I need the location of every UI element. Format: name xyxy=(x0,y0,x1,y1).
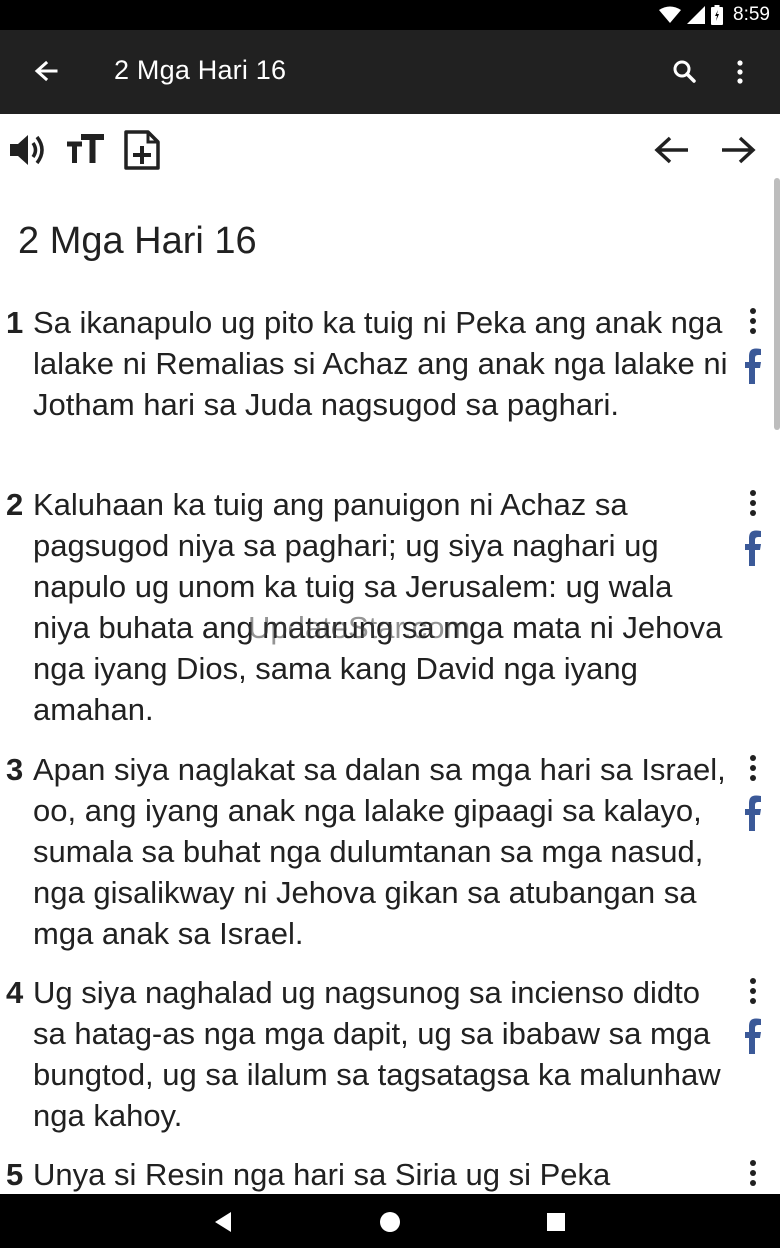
facebook-icon xyxy=(745,348,761,384)
arrow-back-icon xyxy=(34,60,58,82)
nav-back-button[interactable] xyxy=(203,1202,243,1242)
reader-toolbar xyxy=(0,114,780,194)
verse-menu-button[interactable] xyxy=(740,486,766,526)
verse-number: 1 xyxy=(6,305,24,340)
more-vert-icon xyxy=(750,755,756,781)
more-vert-icon xyxy=(750,308,756,334)
volume-icon xyxy=(10,135,44,165)
nav-home-button[interactable] xyxy=(370,1202,410,1242)
verse-number: 5 xyxy=(6,1157,24,1192)
nav-home-icon xyxy=(380,1212,400,1232)
search-icon xyxy=(673,60,696,83)
nav-recents-icon xyxy=(547,1213,565,1231)
verse-text: Unya si Resin nga hari sa Siria ug si Pe… xyxy=(33,1157,611,1192)
arrow-left-icon xyxy=(654,136,688,164)
signal-icon xyxy=(687,6,706,24)
chapter-title: 2 Mga Hari 16 xyxy=(18,220,257,262)
status-bar: 8:59 xyxy=(0,0,780,30)
facebook-icon xyxy=(745,795,761,831)
add-note-button[interactable] xyxy=(120,128,164,172)
verse-number: 4 xyxy=(6,975,24,1010)
verse-menu-button[interactable] xyxy=(740,304,766,344)
nav-back-icon xyxy=(215,1212,231,1232)
overflow-menu-button[interactable] xyxy=(722,52,762,92)
more-vert-icon xyxy=(750,1160,756,1186)
more-vert-icon xyxy=(737,60,743,84)
more-vert-icon xyxy=(750,978,756,1004)
verse-text: Ug siya naghalad ug nagsunog sa incienso… xyxy=(33,975,721,1133)
chapter-content: 2 Mga Hari 16 1 Sa ikanapulo ug pito ka … xyxy=(0,194,780,1194)
back-button[interactable] xyxy=(26,52,66,92)
text-size-button[interactable] xyxy=(64,128,108,172)
system-nav-bar xyxy=(0,1194,780,1248)
verse-text: Apan siya naglakat sa dalan sa mga hari … xyxy=(33,752,726,951)
verse-text: Sa ikanapulo ug pito ka tuig ni Peka ang… xyxy=(33,305,728,422)
battery-icon xyxy=(711,5,724,25)
status-time: 8:59 xyxy=(733,4,770,25)
more-vert-icon xyxy=(750,490,756,516)
verse-number: 3 xyxy=(6,752,24,787)
arrow-right-icon xyxy=(722,136,756,164)
status-icons: 8:59 xyxy=(659,4,770,26)
app-bar: 2 Mga Hari 16 xyxy=(0,30,780,114)
facebook-icon xyxy=(745,530,761,566)
app-bar-title: 2 Mga Hari 16 xyxy=(114,55,287,85)
facebook-share-button[interactable] xyxy=(740,346,766,386)
facebook-share-button[interactable] xyxy=(740,793,766,833)
wifi-icon xyxy=(659,6,682,23)
verse-menu-button[interactable] xyxy=(740,1156,766,1194)
facebook-share-button[interactable] xyxy=(740,1016,766,1056)
text-size-icon xyxy=(67,134,104,163)
search-button[interactable] xyxy=(664,52,704,92)
add-note-icon xyxy=(124,130,160,170)
nav-recents-button[interactable] xyxy=(536,1202,576,1242)
verse-menu-button[interactable] xyxy=(740,751,766,791)
next-chapter-button[interactable] xyxy=(716,128,760,172)
audio-button[interactable] xyxy=(6,128,50,172)
facebook-icon xyxy=(745,1018,761,1054)
verse-number: 2 xyxy=(6,487,24,522)
facebook-share-button[interactable] xyxy=(740,528,766,568)
verse-menu-button[interactable] xyxy=(740,974,766,1014)
previous-chapter-button[interactable] xyxy=(650,128,694,172)
verse-text: Kaluhaan ka tuig ang panuigon ni Achaz s… xyxy=(33,487,723,727)
